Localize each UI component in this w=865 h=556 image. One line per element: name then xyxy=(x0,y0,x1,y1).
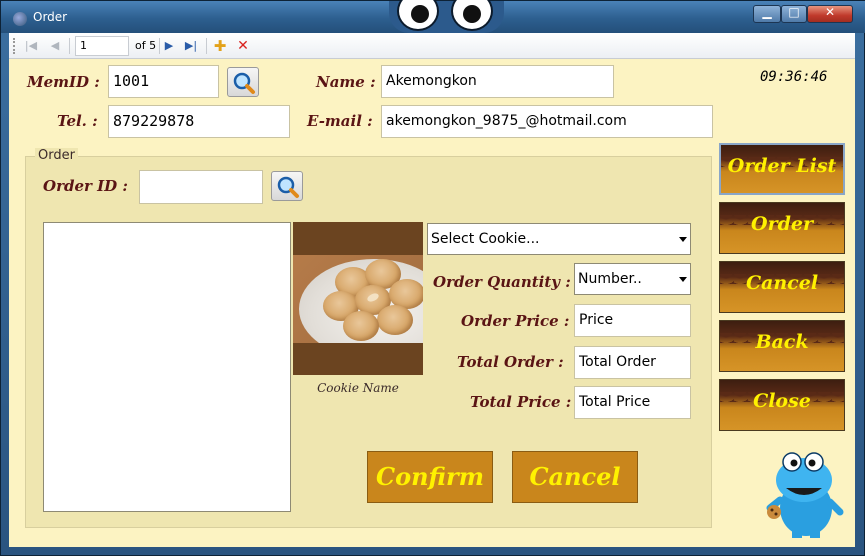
last-record-icon[interactable]: ▶| xyxy=(183,38,199,54)
order-list-button[interactable]: Order List xyxy=(719,143,845,195)
search-icon xyxy=(277,176,299,198)
maximize-button[interactable]: □ xyxy=(781,5,807,23)
window-title: Order xyxy=(33,10,68,24)
cookie-select[interactable]: Select Cookie... xyxy=(427,223,691,255)
record-count-label: of 5 xyxy=(135,39,157,52)
toolbar-separator xyxy=(69,38,70,54)
close-window-button[interactable]: ✕ xyxy=(807,5,853,23)
minimize-button[interactable]: ▁ xyxy=(753,5,781,23)
close-button-label: Close xyxy=(753,390,811,412)
prev-record-icon[interactable]: ◀ xyxy=(47,38,63,54)
memid-label: MemID : xyxy=(27,73,100,91)
back-button-label: Back xyxy=(755,331,809,353)
add-record-icon[interactable]: ✚ xyxy=(212,38,228,54)
chevron-down-icon xyxy=(679,237,687,242)
app-icon xyxy=(13,12,27,26)
quantity-select[interactable]: Number.. xyxy=(574,263,691,295)
memid-field[interactable]: 1001 xyxy=(108,65,219,98)
email-label: E-mail : xyxy=(307,112,373,130)
toolbar-separator xyxy=(206,38,207,54)
cookie-photo xyxy=(293,255,423,343)
price-label: Order Price : xyxy=(461,312,570,330)
order-id-label: Order ID : xyxy=(43,177,128,195)
toolbar-separator xyxy=(159,38,160,54)
price-field[interactable]: Price xyxy=(574,304,691,337)
clock: 09:36:46 xyxy=(760,69,828,85)
cookie-name-label: Cookie Name xyxy=(317,381,399,395)
order-window: Order ▁ □ ✕ |◀ ◀ 1 of 5 ▶ ▶| ✚ ✕ MemID :… xyxy=(0,0,865,556)
total-price-field[interactable]: Total Price xyxy=(574,386,691,419)
cookie-monster-icon xyxy=(766,452,844,538)
order-cancel-button[interactable]: Cancel xyxy=(512,451,638,503)
first-record-icon[interactable]: |◀ xyxy=(23,38,39,54)
form-body: MemID : 1001 Name : Akemongkon 09:36:46 … xyxy=(9,59,855,547)
quantity-label: Order Quantity : xyxy=(433,273,571,291)
order-button-label: Order xyxy=(751,213,813,235)
title-bar[interactable]: Order ▁ □ ✕ xyxy=(1,0,865,33)
delete-record-icon[interactable]: ✕ xyxy=(235,38,251,54)
confirm-button[interactable]: Confirm xyxy=(367,451,493,503)
back-button[interactable]: Back xyxy=(719,320,845,372)
binding-navigator: |◀ ◀ 1 of 5 ▶ ▶| ✚ ✕ xyxy=(9,33,855,59)
email-field[interactable]: akemongkon_9875_@hotmail.com xyxy=(381,105,713,138)
order-group-title: Order xyxy=(35,148,78,163)
chevron-down-icon xyxy=(679,277,687,282)
order-id-field[interactable] xyxy=(139,170,263,204)
total-price-label: Total Price : xyxy=(470,393,572,411)
next-record-icon[interactable]: ▶ xyxy=(161,38,177,54)
cancel-button[interactable]: Cancel xyxy=(719,261,845,313)
order-button[interactable]: Order xyxy=(719,202,845,254)
total-order-label: Total Order : xyxy=(457,353,564,371)
order-search-button[interactable] xyxy=(271,171,303,201)
tel-label: Tel. : xyxy=(57,112,98,130)
cookie-select-value: Select Cookie... xyxy=(431,231,540,247)
member-search-button[interactable] xyxy=(227,67,259,97)
quantity-select-value: Number.. xyxy=(578,271,642,287)
total-order-field[interactable]: Total Order xyxy=(574,346,691,379)
tel-field[interactable]: 879229878 xyxy=(108,105,290,138)
order-list-button-label: Order List xyxy=(727,155,837,177)
cookie-monster-eyes-icon xyxy=(389,0,504,33)
order-list-box[interactable] xyxy=(43,222,291,512)
name-field[interactable]: Akemongkon xyxy=(381,65,614,98)
search-icon xyxy=(233,72,255,94)
toolbar-grip xyxy=(13,38,16,54)
position-input[interactable]: 1 xyxy=(75,36,129,56)
name-label: Name : xyxy=(316,73,376,91)
close-button[interactable]: Close xyxy=(719,379,845,431)
cancel-button-label: Cancel xyxy=(745,272,819,294)
